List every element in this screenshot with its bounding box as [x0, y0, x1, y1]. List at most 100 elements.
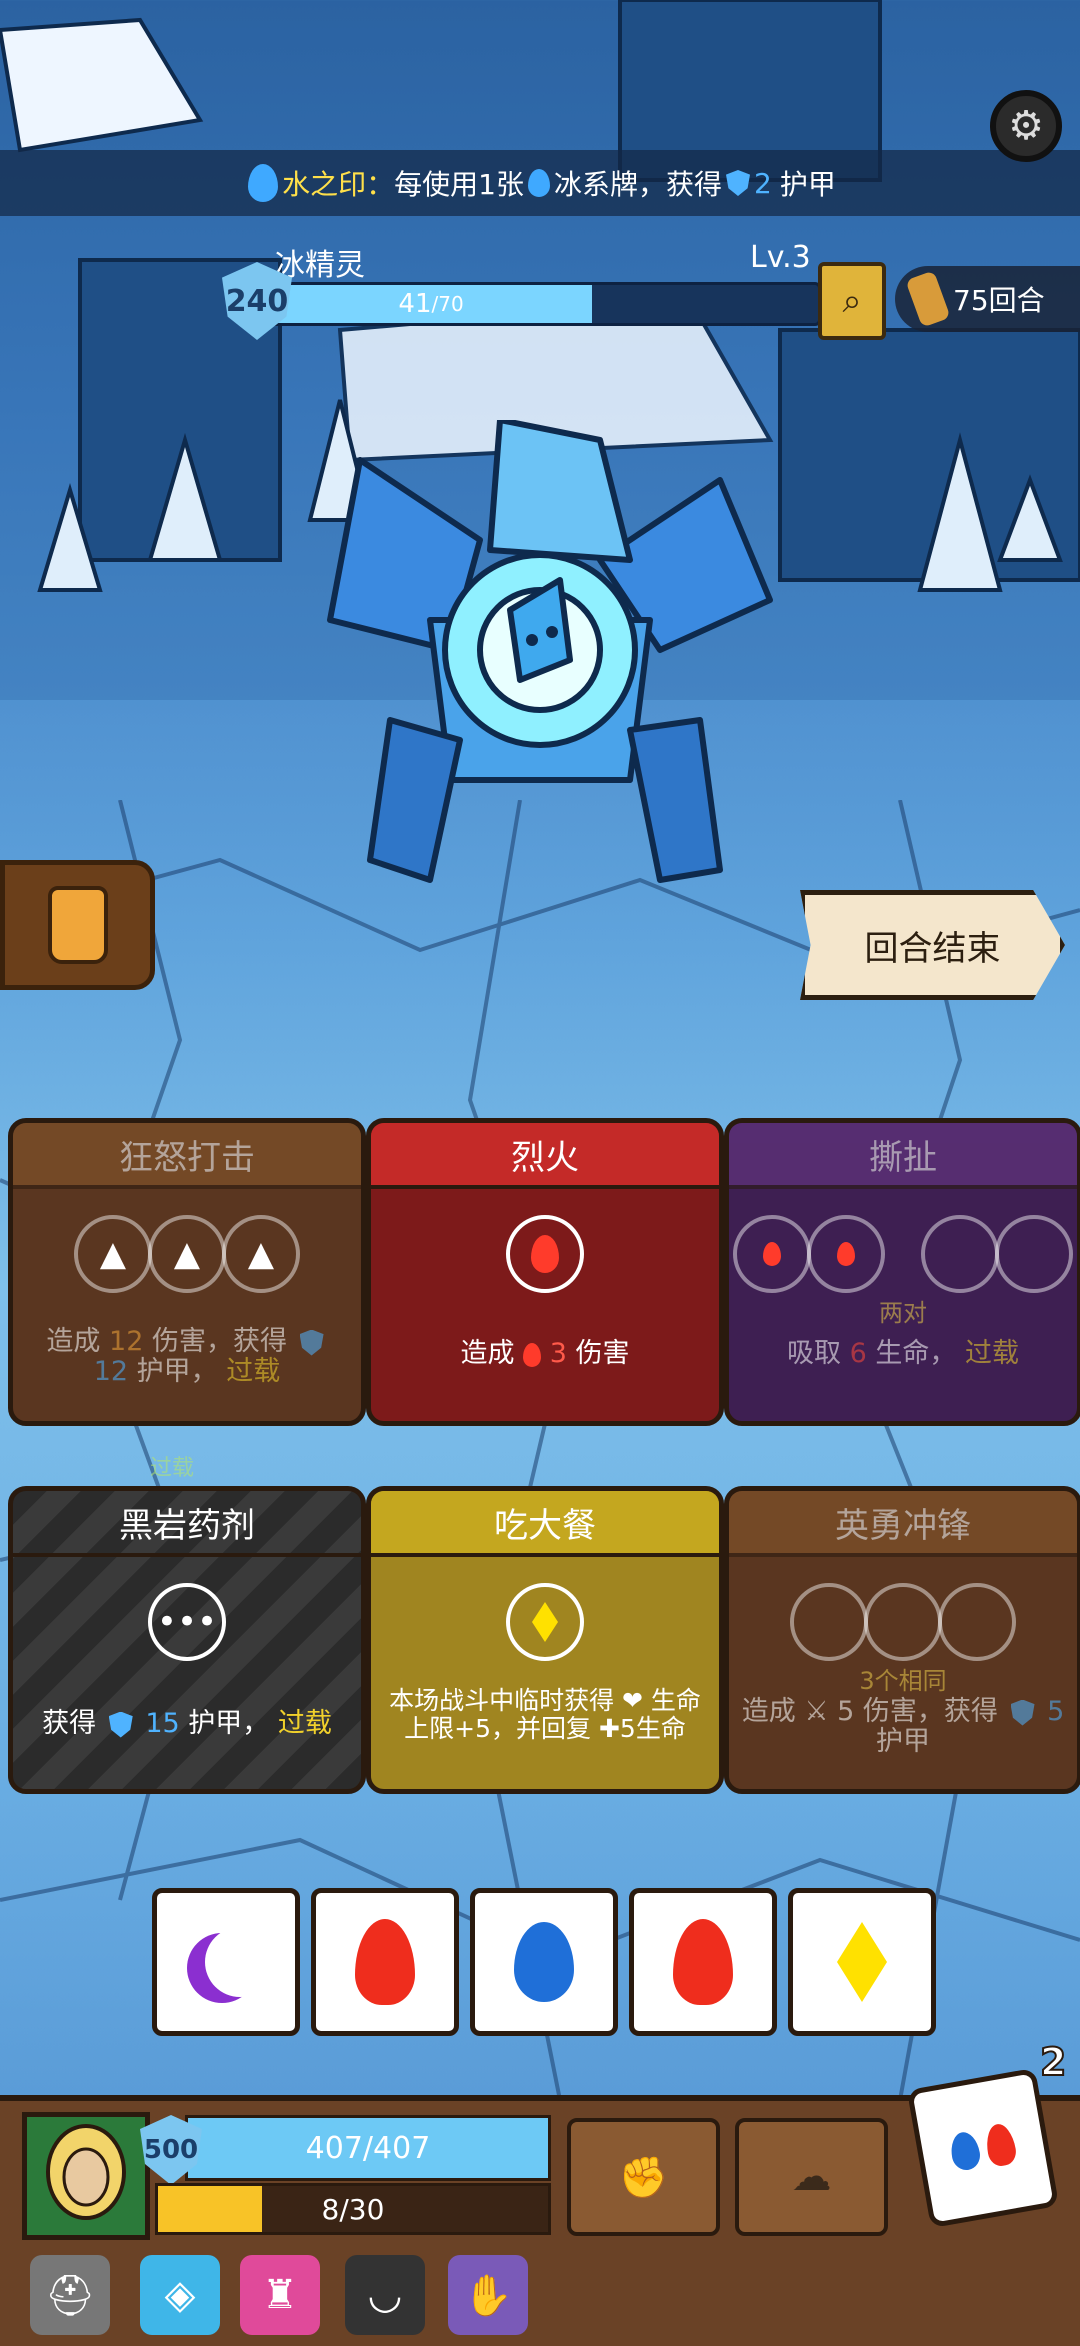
- sword-icon: ⚔: [804, 1696, 829, 1727]
- die-fire[interactable]: [311, 1888, 459, 2036]
- desc-text: 吸取: [787, 1338, 842, 1369]
- fist-slot-icon[interactable]: ▲: [74, 1215, 152, 1293]
- card-heroic-charge[interactable]: 英勇冲锋 3个相同 造成 ⚔ 5 伤害，获得 5 护甲: [724, 1486, 1080, 1794]
- player-hp-text: 407/407: [305, 2130, 431, 2166]
- desc-text: 造成: [460, 1338, 515, 1369]
- dice-slots: ▲ ▲ ▲: [13, 1215, 361, 1293]
- water-drop-icon: [248, 164, 279, 202]
- die-water[interactable]: [470, 1888, 618, 2036]
- any-dice-slot-icon[interactable]: •••: [148, 1583, 226, 1661]
- card-title: 狂怒打击: [13, 1123, 361, 1189]
- rolls-remaining: 2: [1039, 2039, 1067, 2085]
- round-counter: 75回合: [895, 266, 1080, 332]
- water-drop-icon: [527, 169, 550, 197]
- enemy-hp-max: /70: [431, 292, 464, 316]
- damage-value: 3: [549, 1338, 567, 1369]
- armor-value: 15: [145, 1708, 180, 1739]
- settings-gear-icon[interactable]: ⚙: [990, 90, 1062, 162]
- card-feast[interactable]: 吃大餐 本场战斗中临时获得 ❤ 生命上限+5，并回复 ✚5生命: [366, 1486, 724, 1794]
- banner-text-a: 每使用1张: [394, 168, 524, 201]
- fire-slot-icon[interactable]: [733, 1215, 811, 1293]
- enemy-hp-current: 41: [398, 289, 432, 319]
- end-turn-button[interactable]: 回合结束: [800, 890, 1065, 1000]
- slot-requirement: 两对: [879, 1299, 927, 1327]
- overload-keyword: 过载: [277, 1708, 332, 1739]
- card-title: 吃大餐: [371, 1491, 719, 1557]
- empty-slot[interactable]: [995, 1215, 1073, 1293]
- card-rage-strike[interactable]: 狂怒打击 ▲ ▲ ▲ 造成 12 伤害，获得 12 护甲， 过载: [8, 1118, 366, 1426]
- diamond-slot-icon[interactable]: [506, 1583, 584, 1661]
- overload-keyword: 过载: [964, 1338, 1019, 1369]
- reroll-dice-button[interactable]: [906, 2067, 1060, 2229]
- banner-prefix: 水之印：: [282, 168, 395, 201]
- die-diamond[interactable]: [788, 1888, 936, 2036]
- empty-slot[interactable]: [921, 1215, 999, 1293]
- skill-spiked-fist-button[interactable]: ✊: [567, 2118, 720, 2236]
- banner-armor-value: 2: [754, 166, 772, 200]
- water-seal-banner: 水之印： 每使用1张 冰系牌，获得 2 护甲: [0, 150, 1080, 216]
- fire-icon: [523, 1342, 542, 1367]
- slot-requirement: 3个相同: [859, 1667, 947, 1695]
- relic-totem-icon[interactable]: ♜: [240, 2255, 320, 2335]
- relic-collar-icon[interactable]: ◡: [345, 2255, 425, 2335]
- fire-icon: [983, 2121, 1019, 2168]
- player-energy-text: 8/30: [321, 2192, 385, 2226]
- overload-keyword: 过载: [226, 1356, 281, 1387]
- dice-slots: •••: [13, 1583, 361, 1661]
- card-blackrock-potion[interactable]: 黑岩药剂 ••• 获得 15 护甲， 过载: [8, 1486, 366, 1794]
- diamond-icon: [837, 1922, 887, 2002]
- damage-value: 5: [837, 1696, 855, 1727]
- card-description: 吸取 6 生命， 过载: [739, 1339, 1067, 1369]
- rock-icon: ☁: [791, 2154, 832, 2200]
- empty-slot[interactable]: [790, 1583, 868, 1661]
- enemy-level: Lv.3: [750, 240, 811, 275]
- fist-slot-icon[interactable]: ▲: [222, 1215, 300, 1293]
- desc-text: 伤害，获得: [151, 1326, 287, 1357]
- desc-text: 造成: [741, 1696, 796, 1727]
- shield-icon: [299, 1329, 324, 1356]
- enemy-armor-value: 240: [225, 283, 289, 319]
- ice-elemental-monster[interactable]: [300, 420, 780, 890]
- relic-claw-icon[interactable]: ✋: [448, 2255, 528, 2335]
- skill-stone-strike-button[interactable]: ☁: [735, 2118, 888, 2236]
- empty-slot[interactable]: [864, 1583, 942, 1661]
- shield-icon: [108, 1711, 133, 1738]
- player-avatar[interactable]: [22, 2112, 150, 2240]
- water-drop-icon: [948, 2129, 983, 2173]
- desc-text: 护甲，: [136, 1356, 218, 1387]
- card-tear[interactable]: 撕扯 两对 吸取 6 生命， 过载: [724, 1118, 1080, 1426]
- card-title: 烈火: [371, 1123, 719, 1189]
- enemy-hp-bar: 41 /70: [270, 282, 821, 326]
- dice-slots: [729, 1583, 1077, 1661]
- banner-text-b: 冰系牌，获得: [553, 168, 722, 201]
- bestiary-book-icon[interactable]: ⌕: [818, 262, 886, 340]
- desc-text: 伤害，获得: [862, 1696, 998, 1727]
- fire-slot-icon[interactable]: [506, 1215, 584, 1293]
- die-moon[interactable]: [152, 1888, 300, 2036]
- damage-value: 12: [109, 1326, 144, 1357]
- desc-text: 造成: [46, 1326, 101, 1357]
- desc-text: 护甲，: [188, 1708, 270, 1739]
- desc-text: 获得: [42, 1708, 97, 1739]
- card-description: 造成 12 伤害，获得 12 护甲， 过载: [23, 1327, 351, 1387]
- empty-slot[interactable]: [938, 1583, 1016, 1661]
- banner-text-c: 护甲: [779, 168, 836, 201]
- shield-icon: [1010, 1699, 1035, 1726]
- card-description: 造成 ⚔ 5 伤害，获得 5 护甲: [739, 1697, 1067, 1757]
- die-fire[interactable]: [629, 1888, 777, 2036]
- fire-slot-icon[interactable]: [807, 1215, 885, 1293]
- end-turn-label: 回合结束: [864, 928, 1001, 969]
- potion-bottle-icon: [47, 886, 108, 964]
- player-energy-bar: 8/30: [155, 2183, 551, 2235]
- card-description: 获得 15 护甲， 过载: [23, 1709, 351, 1739]
- dice-slots: [371, 1215, 719, 1293]
- card-description: 本场战斗中临时获得 ❤ 生命上限+5，并回复 ✚5生命: [389, 1686, 701, 1743]
- card-blaze[interactable]: 烈火 造成 3 伤害: [366, 1118, 724, 1426]
- fist-slot-icon[interactable]: ▲: [148, 1215, 226, 1293]
- relic-ice-amulet-icon[interactable]: ◈: [140, 2255, 220, 2335]
- fire-icon: [355, 1919, 415, 2005]
- relic-iron-helmet-icon[interactable]: ⛑: [30, 2255, 110, 2335]
- dice-slots: [371, 1583, 719, 1661]
- potion-inventory-button[interactable]: [0, 860, 155, 990]
- hero-portrait-icon: [27, 2117, 145, 2235]
